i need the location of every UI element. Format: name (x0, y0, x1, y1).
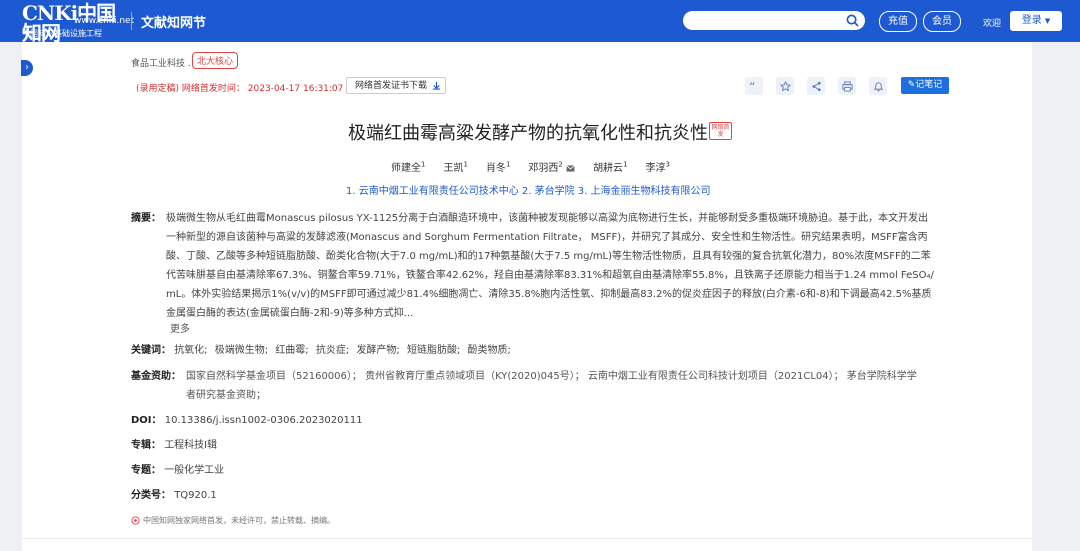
doi-label: DOI： (131, 415, 162, 426)
article-title: 极端红曲霉高粱发酵产物的抗氧化性和抗炎性 (348, 123, 708, 144)
print-icon[interactable] (838, 77, 856, 95)
recharge-button[interactable]: 充值 (879, 11, 917, 32)
keywords-label: 关键词： (131, 345, 171, 356)
keyword-link[interactable]: 短链脂肪酸; (407, 345, 460, 356)
abstract-label: 摘要： (131, 213, 161, 224)
keyword-link[interactable]: 酚类物质; (468, 345, 511, 356)
funding-text[interactable]: 国家自然科学基金项目（52160006）； 贵州省教育厅重点领域项目（KY(20… (186, 367, 917, 405)
publish-label: 网络首发时间： (181, 84, 245, 94)
mail-icon[interactable] (566, 164, 575, 172)
classification-value: TQ920.1 (174, 490, 217, 501)
journal-name[interactable]: 食品工业科技 . (131, 56, 191, 69)
doi-value: 10.13386/j.issn1002-0306.2023020111 (164, 415, 363, 426)
keyword-link[interactable]: 抗氧化; (174, 345, 207, 356)
topic-value: 一般化学工业 (164, 465, 225, 476)
share-icon[interactable] (807, 77, 825, 95)
section-title: 文献知网节 (141, 16, 207, 31)
author-link[interactable]: 王凯1 (443, 159, 467, 174)
topic-label: 专题： (131, 465, 161, 476)
search-input[interactable] (683, 11, 865, 30)
author-link[interactable]: 师建全1 (391, 159, 425, 174)
welcome-text: 欢迎 (983, 19, 1002, 29)
member-button[interactable]: 会员 (923, 11, 961, 32)
affiliations[interactable]: 1. 云南中烟工业有限责任公司技术中心 2. 茅台学院 3. 上海金丽生物科技有… (346, 182, 711, 197)
funding-label: 基金资助： (131, 371, 181, 382)
certificate-download-button[interactable]: 网络首发证书下载 (346, 77, 446, 94)
take-note-button[interactable]: ✎记笔记 (901, 77, 949, 94)
header-divider (131, 12, 132, 30)
author-link[interactable]: 李淳3 (646, 159, 670, 174)
quote-icon[interactable]: “ (745, 77, 763, 95)
online-first-badge: 网络首发 (709, 122, 732, 140)
logo-url: www.cnki.net (74, 16, 135, 26)
cnki-logo[interactable]: CNKi中国知网 www.cnki.net 中国知识基础设施工程 (22, 3, 134, 43)
top-bar: CNKi中国知网 www.cnki.net 中国知识基础设施工程 文献知网节 充… (0, 0, 1080, 43)
publish-status: (录用定稿) (136, 84, 180, 94)
logo-subtitle: 中国知识基础设施工程 (22, 29, 102, 38)
favorite-icon[interactable] (776, 77, 794, 95)
series-label: 专辑： (131, 440, 161, 451)
doi-row: DOI： 10.13386/j.issn1002-0306.2023020111 (131, 411, 363, 430)
classification-row: 分类号： TQ920.1 (131, 486, 217, 505)
bell-icon[interactable] (869, 77, 887, 95)
bottom-divider (22, 538, 1032, 539)
publish-time: 2023-04-17 16:31:07 (247, 84, 344, 94)
series-value: 工程科技Ⅰ辑 (164, 440, 218, 451)
search-icon[interactable] (846, 14, 859, 27)
certificate-download-label: 网络首发证书下载 (355, 81, 428, 91)
classification-label: 分类号： (131, 490, 171, 501)
keyword-link[interactable]: 抗炎症; (316, 345, 349, 356)
svg-text:“: “ (749, 81, 755, 91)
topic-row: 专题： 一般化学工业 (131, 461, 224, 480)
author-link[interactable]: 胡耕云1 (593, 159, 627, 174)
login-button[interactable]: 登录 ▼ (1010, 11, 1062, 31)
take-note-label: 记笔记 (915, 80, 943, 90)
abstract-text: 极端微生物从毛红曲霉Monascus pilosus YX-1125分离于白酒酿… (166, 213, 934, 319)
publish-info: (录用定稿) 网络首发时间： 2023-04-17 16:31:07 (136, 81, 343, 94)
download-icon (432, 81, 440, 90)
chevron-down-icon: ▼ (1044, 17, 1051, 25)
more-link[interactable]: 更多 (170, 320, 190, 335)
series-row: 专辑： 工程科技Ⅰ辑 (131, 436, 217, 455)
author-link[interactable]: 邓羽西2 (528, 159, 575, 174)
abstract: 摘要： 极端微生物从毛红曲霉Monascus pilosus YX-1125分离… (131, 209, 951, 323)
keyword-link[interactable]: 发酵产物; (356, 345, 399, 356)
login-label: 登录 (1021, 15, 1042, 26)
keywords-row: 关键词： 抗氧化; 极端微生物; 红曲霉; 抗炎症; 发酵产物; 短链脂肪酸; … (131, 341, 515, 360)
copyright-icon (131, 516, 140, 525)
core-badge: 北大核心 (192, 52, 239, 69)
copyright-notice: 中国知网独家网络首发，未经许可，禁止转载、摘编。 (131, 515, 335, 526)
keyword-link[interactable]: 红曲霉; (275, 345, 308, 356)
author-list: 师建全1 王凯1 肖冬1 邓羽西2 胡耕云1 李淳3 (391, 159, 670, 174)
funding-row: 基金资助： 国家自然科学基金项目（52160006）； 贵州省教育厅重点领域项目… (131, 367, 951, 405)
author-link[interactable]: 肖冬1 (486, 159, 510, 174)
keyword-link[interactable]: 极端微生物; (215, 345, 268, 356)
